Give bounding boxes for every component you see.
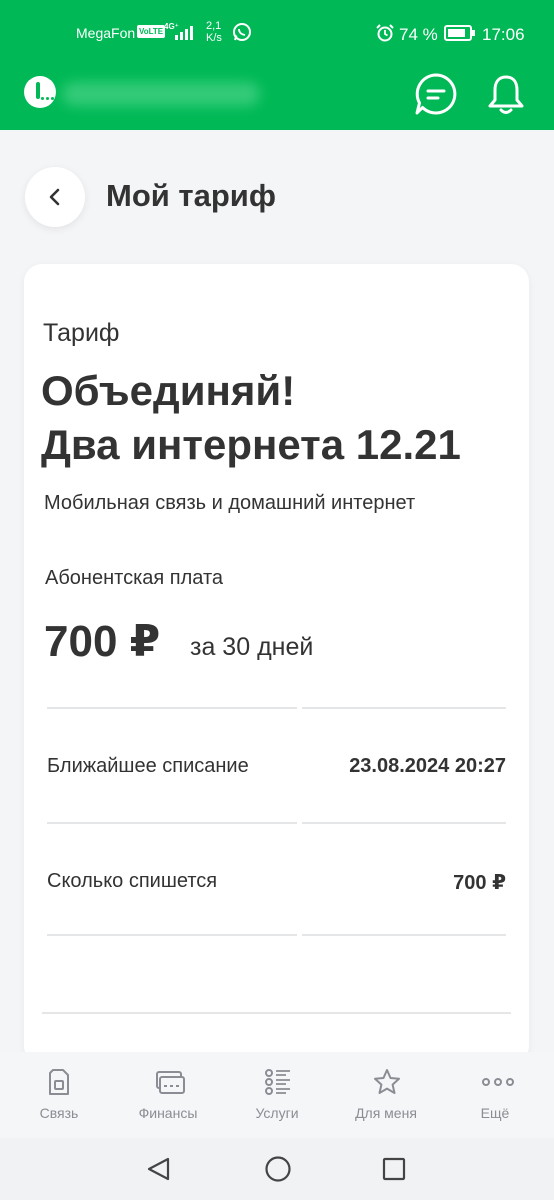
status-bar: MegaFon VoLTE 4G⁺ 2,1 K/s 74 % 17:06 (0, 18, 554, 54)
divider (302, 934, 506, 936)
page-title: Мой тариф (106, 178, 276, 213)
tariff-label: Тариф (43, 319, 120, 347)
services-list-icon (265, 1069, 290, 1095)
alarm-icon (376, 24, 394, 42)
nav-item-svyaz[interactable]: Связь (4, 1052, 114, 1138)
divider (302, 822, 506, 824)
charge-amount-value: 700 ₽ (453, 872, 506, 894)
chat-icon[interactable] (414, 72, 458, 116)
bottom-navigation: Связь Финансы Услуги Для меня Ещё (0, 1052, 554, 1138)
system-back-icon[interactable] (146, 1156, 172, 1182)
sim-card-icon (49, 1069, 69, 1095)
fee-label: Абонентская плата (45, 567, 224, 589)
divider (47, 822, 297, 824)
megafon-logo-icon[interactable] (24, 76, 56, 108)
tariff-name-line2: Два интернета 12.21 (41, 421, 461, 468)
star-icon (374, 1069, 400, 1094)
next-charge-label: Ближайшее списание (47, 755, 249, 777)
system-recents-icon[interactable] (382, 1157, 406, 1181)
divider (47, 707, 297, 709)
tariff-description: Мобильная связь и домашний интернет (44, 492, 416, 514)
app-header: MegaFon VoLTE 4G⁺ 2,1 K/s 74 % 17:06 (0, 0, 554, 130)
charge-amount-label: Сколько спишется (47, 870, 218, 892)
chevron-left-icon (49, 188, 60, 206)
system-home-icon[interactable] (264, 1155, 292, 1183)
wallet-icon (156, 1071, 185, 1094)
signal-icon (175, 26, 197, 40)
nav-item-services[interactable]: Услуги (222, 1052, 332, 1138)
back-button[interactable] (25, 167, 85, 227)
network-speed-value: 2,1 (206, 20, 222, 32)
more-dots-icon (482, 1078, 514, 1086)
network-speed: 2,1 K/s (206, 20, 222, 44)
divider (302, 707, 506, 709)
fee-period: за 30 дней (190, 633, 314, 661)
nav-label-finance: Финансы (138, 1105, 198, 1121)
nav-label-more: Ещё (480, 1105, 510, 1121)
bell-icon[interactable] (486, 72, 526, 116)
nav-label-for-me: Для меня (355, 1105, 417, 1121)
nav-label-services: Услуги (255, 1105, 299, 1121)
tariff-name-line1: Объединяй! (41, 367, 296, 414)
nav-item-finance[interactable]: Финансы (113, 1052, 223, 1138)
whatsapp-icon (233, 23, 251, 41)
tariff-name: Объединяй! Два интернета 12.21 (41, 364, 529, 472)
system-navigation-bar (0, 1138, 554, 1200)
nav-item-for-me[interactable]: Для меня (331, 1052, 441, 1138)
divider (42, 1012, 511, 1014)
battery-percent: 74 % (399, 25, 438, 44)
clock: 17:06 (482, 25, 525, 44)
tariff-card: Тариф Объединяй! Два интернета 12.21 Моб… (24, 264, 529, 1064)
network-speed-unit: K/s (206, 32, 222, 44)
nav-label-svyaz: Связь (39, 1105, 79, 1121)
volte-badge: VoLTE (137, 25, 166, 38)
battery-icon (444, 25, 475, 41)
divider (47, 934, 297, 936)
nav-item-more[interactable]: Ещё (440, 1052, 550, 1138)
hidden-phone-number (62, 82, 260, 106)
fee-amount: 700 ₽ (44, 617, 161, 666)
next-charge-value: 23.08.2024 20:27 (349, 755, 506, 777)
carrier-name: MegaFon (76, 25, 136, 41)
